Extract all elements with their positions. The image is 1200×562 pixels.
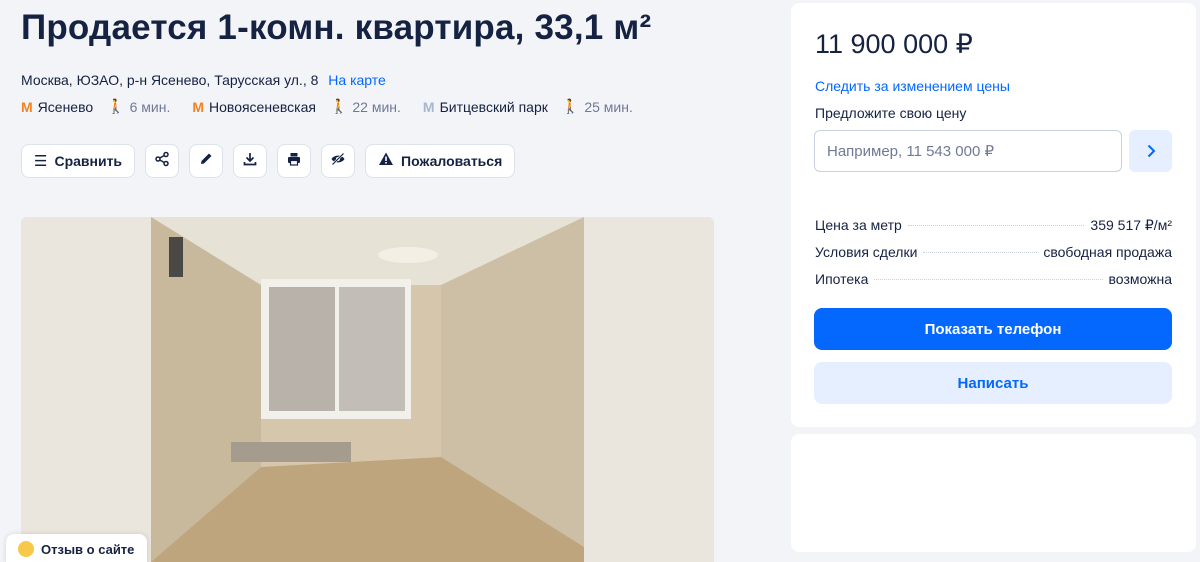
page-title: Продается 1-комн. квартира, 33,1 м²: [21, 8, 652, 47]
price: 11 900 000 ₽: [815, 29, 973, 59]
write-message-button[interactable]: Написать: [814, 362, 1172, 404]
feedback-button[interactable]: Отзыв о сайте: [6, 534, 148, 562]
hide-button[interactable]: [321, 144, 356, 178]
fact-row: Ипотека возможна: [815, 271, 1172, 298]
fact-row: Условия сделки свободная продажа: [815, 244, 1172, 271]
metro-station[interactable]: М Ясенево 🚶 6 мин.: [21, 98, 170, 115]
offer-submit-button[interactable]: [1129, 130, 1172, 172]
fact-value: возможна: [1108, 271, 1172, 287]
share-icon: [154, 151, 170, 171]
metro-icon: М: [192, 98, 205, 115]
walk-time: 🚶 25 мин.: [561, 98, 633, 115]
offer-label: Предложите свою цену: [815, 105, 967, 121]
compare-icon: ☰: [34, 153, 48, 170]
chevron-right-icon: [1144, 138, 1158, 164]
metro-station-name: Новоясеневская: [209, 98, 316, 115]
metro-icon: М: [21, 98, 33, 115]
metro-icon: М: [422, 98, 435, 115]
fact-label: Цена за метр: [815, 217, 902, 233]
metro-station-name: Битцевский парк: [439, 98, 548, 115]
fact-dots: [923, 252, 1038, 253]
fact-dots: [907, 225, 1085, 226]
warning-icon: [378, 151, 394, 171]
listing-photo[interactable]: [21, 217, 714, 562]
edit-button[interactable]: [189, 144, 224, 178]
room-photo-image: [21, 217, 714, 562]
walk-time: 🚶 22 мин.: [329, 98, 401, 115]
price-card: 11 900 000 ₽ Следить за изменением цены …: [791, 3, 1196, 427]
secondary-card: [791, 434, 1196, 552]
deal-facts: Цена за метр 359 517 ₽/м² Условия сделки…: [815, 217, 1172, 298]
listing-main: Продается 1-комн. квартира, 33,1 м² Моск…: [0, 0, 780, 562]
complain-button[interactable]: Пожаловаться: [365, 144, 516, 178]
share-button[interactable]: [145, 144, 180, 178]
metro-station[interactable]: М Битцевский парк 🚶 25 мин.: [423, 98, 633, 115]
listing-toolbar: ☰ Сравнить Пожаловаться: [21, 144, 516, 178]
metro-station-name: Ясенево: [37, 98, 94, 115]
walk-time: 🚶 6 мин.: [107, 98, 171, 115]
walking-icon: 🚶: [107, 98, 125, 114]
fact-label: Условия сделки: [815, 244, 918, 260]
download-icon: [242, 151, 258, 171]
download-button[interactable]: [233, 144, 268, 178]
metro-station[interactable]: М Новоясеневская 🚶 22 мин.: [192, 98, 401, 115]
smile-icon: [18, 541, 34, 557]
walking-icon: 🚶: [329, 98, 348, 114]
walking-icon: 🚶: [561, 98, 580, 114]
metro-list: М Ясенево 🚶 6 мин. М Новоясеневская 🚶 22 м…: [21, 98, 655, 115]
track-price-link[interactable]: Следить за изменением цены: [815, 78, 1010, 94]
edit-icon: [198, 151, 214, 171]
offer-price-input[interactable]: [814, 130, 1122, 172]
fact-label: Ипотека: [815, 271, 869, 287]
print-icon: [286, 151, 302, 171]
fact-row: Цена за метр 359 517 ₽/м²: [815, 217, 1172, 244]
hide-icon: [330, 151, 346, 171]
compare-button[interactable]: ☰ Сравнить: [21, 144, 136, 178]
fact-dots: [874, 279, 1103, 280]
address-line: Москва, ЮЗАО, р-н Ясенево, Тарусская ул.…: [21, 72, 386, 88]
print-button[interactable]: [277, 144, 312, 178]
address-text: Москва, ЮЗАО, р-н Ясенево, Тарусская ул.…: [21, 72, 319, 88]
fact-value: 359 517 ₽/м²: [1090, 217, 1172, 233]
map-link[interactable]: На карте: [328, 72, 386, 88]
show-phone-button[interactable]: Показать телефон: [814, 308, 1172, 350]
fact-value: свободная продажа: [1043, 244, 1172, 260]
